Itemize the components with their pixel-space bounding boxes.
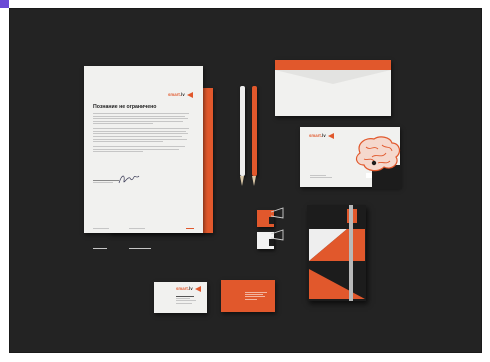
notebook-elastic (349, 205, 353, 301)
signature (118, 175, 140, 184)
signature-block (93, 180, 119, 184)
pencil-orange (252, 86, 257, 176)
business-card-orange-details (245, 292, 267, 300)
notebook-cover-pattern (307, 205, 366, 301)
letterhead-body (93, 113, 191, 152)
business-card-orange (221, 280, 275, 312)
binder-clip-handles (269, 207, 284, 246)
envelope-back (275, 60, 391, 116)
envelope-logo: smart.lv (309, 133, 335, 139)
business-card-logo: smart.lv (176, 286, 202, 292)
letterhead: smart.lv Познание не ограничено (84, 66, 203, 249)
pencil-orange-tip (252, 176, 256, 186)
notebook (307, 205, 366, 301)
letterhead-logo: smart.lv (168, 92, 194, 98)
logo-triangle-icon (195, 286, 202, 292)
logo-triangle-icon (187, 92, 194, 98)
business-card-white: smart.lv (154, 282, 207, 313)
letterhead-heading: Познание не ограничено (93, 104, 157, 110)
pencil-white-tip (240, 176, 244, 186)
envelope-address (310, 175, 332, 179)
letterhead-footer (93, 216, 198, 254)
logo-triangle-icon (328, 133, 335, 139)
envelope-flap (275, 60, 391, 84)
brain-illustration (355, 136, 402, 189)
pencil-white (240, 86, 245, 176)
corner-marker (0, 0, 9, 8)
business-card-details (176, 296, 196, 304)
